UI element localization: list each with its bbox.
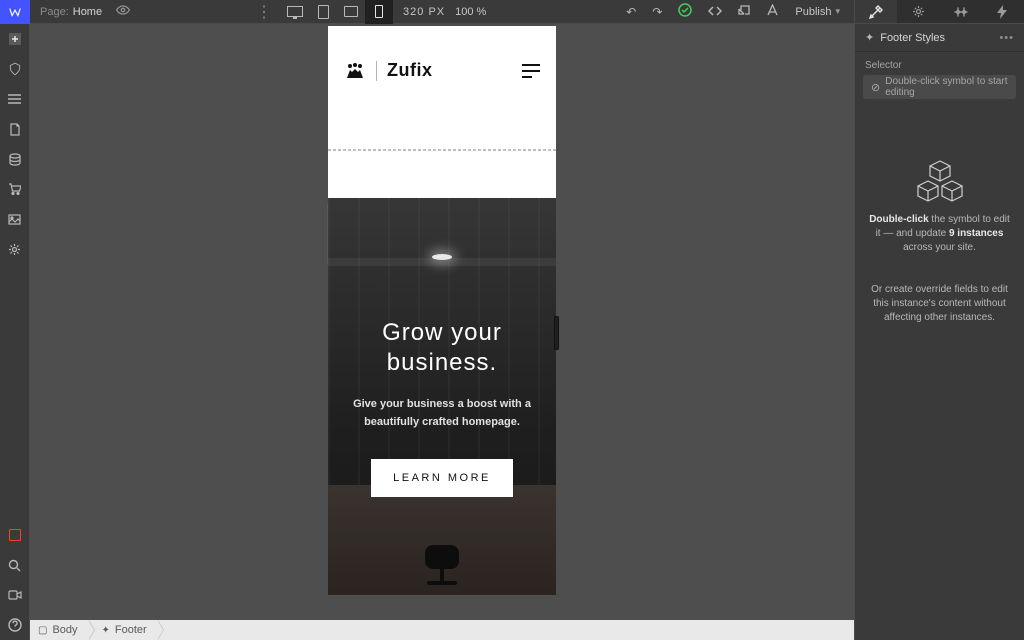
no-entry-icon: ⊘ (871, 81, 880, 94)
video-help-icon[interactable] (0, 580, 30, 610)
symbol-icon: ✦ (102, 625, 110, 636)
canvas: Mobile (P) Affects 479px and below Zufix… (30, 24, 854, 620)
add-element-icon[interactable] (0, 24, 30, 54)
breakpoint-more-icon[interactable]: ⋮ (256, 2, 271, 22)
cubes-icon (915, 159, 965, 203)
device-mobile-landscape[interactable] (337, 0, 365, 24)
breadcrumb: ▢ Body ✦ Footer (30, 620, 854, 640)
right-panel-tabs (855, 0, 1024, 24)
right-panel-header: ✦ Footer Styles ••• (855, 24, 1024, 52)
device-switcher: ⋮ 320 PX 100 % (256, 0, 486, 24)
breadcrumb-body-label: Body (52, 624, 77, 636)
publish-label: Publish (795, 6, 831, 18)
hero-section[interactable]: Grow your business. Give your business a… (328, 198, 556, 595)
audit-icon[interactable] (0, 520, 30, 550)
interactions-tab[interactable] (982, 0, 1024, 23)
symbols-icon[interactable] (0, 54, 30, 84)
settings-icon[interactable] (0, 234, 30, 264)
viewport-width[interactable]: 320 PX (403, 6, 445, 18)
hamburger-icon[interactable] (522, 64, 540, 78)
brand-logo-icon (344, 62, 366, 80)
topbar-right: ↶ ↷ Publish ▾ (612, 0, 854, 24)
assets-icon[interactable] (0, 204, 30, 234)
search-icon[interactable] (0, 550, 30, 580)
pages-icon[interactable] (0, 114, 30, 144)
page-label: Page: (30, 6, 69, 18)
symbol-info: Double-click the symbol to edit it — and… (855, 159, 1024, 325)
status-check-icon[interactable] (678, 3, 692, 20)
page-name[interactable]: Home (73, 6, 102, 18)
mobile-preview[interactable]: Zufix Grow your business. Give your busi… (328, 26, 556, 595)
selector-label: Selector (855, 52, 1024, 75)
chevron-down-icon: ▾ (835, 6, 840, 17)
hero-subtitle[interactable]: Give your business a boost with a beauti… (352, 396, 532, 431)
audit-a-icon[interactable] (766, 4, 779, 19)
viewport-resize-handle[interactable] (554, 316, 559, 350)
undo-icon[interactable]: ↶ (626, 5, 636, 19)
panel-more-icon[interactable]: ••• (999, 32, 1014, 44)
app-logo[interactable] (0, 0, 30, 24)
panel-title: Footer Styles (880, 32, 945, 44)
symbol-hint-1: Double-click the symbol to edit it — and… (869, 213, 1010, 255)
brand-name: Zufix (387, 60, 433, 81)
help-icon[interactable] (0, 610, 30, 640)
device-mobile-portrait[interactable] (365, 0, 393, 24)
right-panel: ✦ Footer Styles ••• Selector ⊘ Double-cl… (854, 0, 1024, 640)
left-tools-sidebar (0, 0, 30, 640)
site-header[interactable]: Zufix (328, 26, 556, 150)
code-icon[interactable] (708, 5, 722, 19)
ecommerce-icon[interactable] (0, 174, 30, 204)
preview-eye-icon[interactable] (116, 5, 130, 18)
breadcrumb-body[interactable]: ▢ Body (30, 620, 88, 640)
body-icon: ▢ (38, 625, 47, 636)
settings-tab[interactable] (897, 0, 939, 23)
device-desktop[interactable] (281, 0, 309, 24)
export-icon[interactable] (738, 4, 750, 19)
selector-input[interactable]: ⊘ Double-click symbol to start editing (863, 75, 1016, 99)
symbol-edit-zone[interactable] (328, 150, 556, 198)
device-tablet[interactable] (309, 0, 337, 24)
cta-button[interactable]: LEARN MORE (371, 459, 513, 497)
symbol-hint-2: Or create override fields to edit this i… (869, 283, 1010, 325)
selector-hint: Double-click symbol to start editing (885, 76, 1008, 98)
publish-button[interactable]: Publish ▾ (795, 6, 840, 18)
redo-icon[interactable]: ↷ (652, 5, 662, 19)
topbar: Page: Home ⋮ 320 PX 100 % ↶ ↷ Publish ▾ (30, 0, 854, 24)
breadcrumb-footer-label: Footer (115, 624, 147, 636)
hero-title[interactable]: Grow your business. (352, 318, 532, 378)
panel-header-gear-icon: ✦ (865, 31, 874, 44)
zoom-level[interactable]: 100 % (455, 6, 486, 18)
cms-icon[interactable] (0, 144, 30, 174)
brand-divider (376, 61, 377, 81)
navigator-icon[interactable] (0, 84, 30, 114)
style-manager-tab[interactable] (940, 0, 982, 23)
breadcrumb-footer[interactable]: ✦ Footer (88, 620, 157, 640)
style-tab[interactable] (855, 0, 897, 23)
